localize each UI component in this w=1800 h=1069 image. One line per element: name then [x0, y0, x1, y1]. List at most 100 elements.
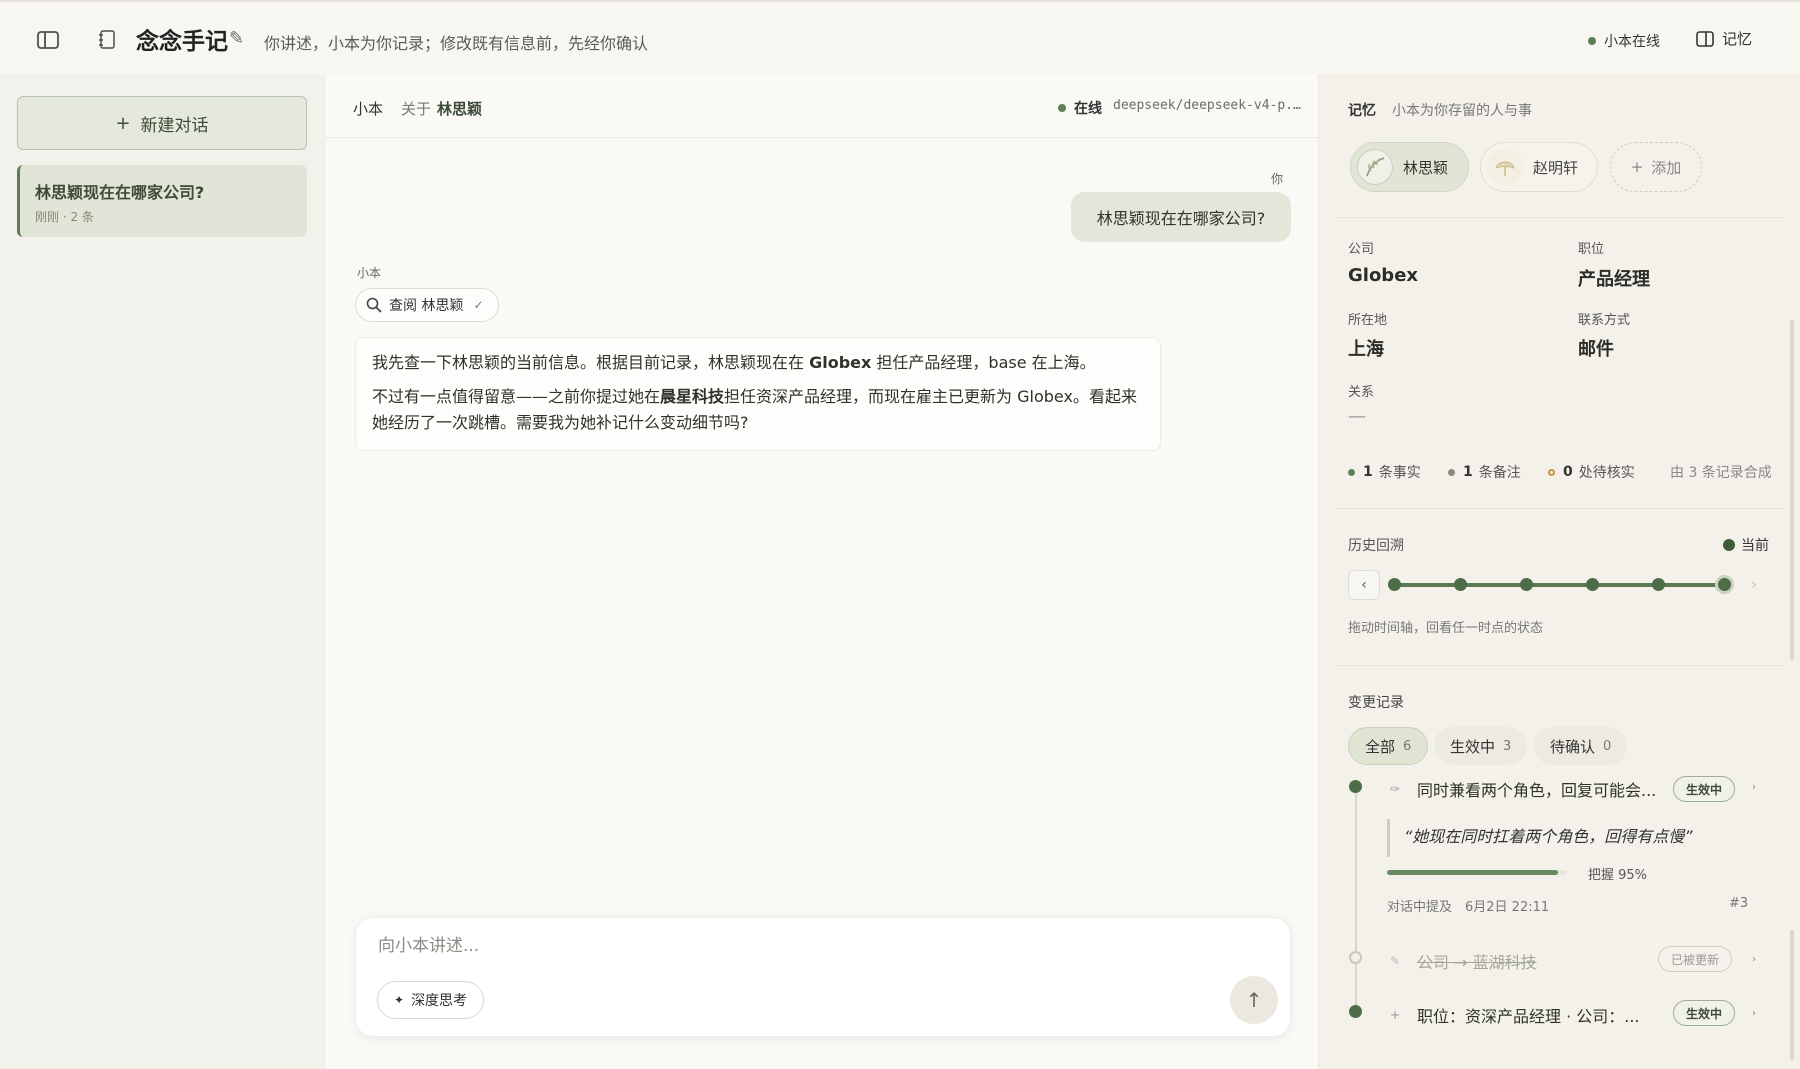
- plus-icon: +: [1630, 158, 1644, 176]
- memory-subtitle: 小本为你存留的人与事: [1392, 103, 1532, 119]
- reply-text: 不过有一点值得留意——之前你提过她在: [372, 387, 661, 406]
- current-dot-icon: [1723, 539, 1735, 551]
- add-person-label: 添加: [1651, 158, 1682, 177]
- timeline-track[interactable]: [1395, 583, 1725, 587]
- sparkle-icon: ✦: [394, 993, 405, 1007]
- timeline-point[interactable]: [1454, 578, 1467, 591]
- online-dot-icon: [1588, 37, 1596, 45]
- sidebar-toggle-icon[interactable]: [34, 28, 62, 52]
- entry-node-icon: [1349, 780, 1362, 793]
- top-bar: 念念手记 ✎ 你讲述，小本为你记录；修改既有信息前，先经你确认 小本在线 记忆: [0, 0, 1800, 74]
- add-person-button[interactable]: + 添加: [1610, 142, 1702, 192]
- divider: [1335, 665, 1785, 666]
- pencil-icon[interactable]: ✎: [229, 28, 244, 49]
- confidence-label: 把握 95%: [1588, 868, 1648, 883]
- entry-node-hollow-icon: [1349, 951, 1362, 964]
- search-icon: [366, 297, 382, 313]
- filter-all-chip[interactable]: 全部 6: [1348, 727, 1429, 765]
- filter-pending-chip[interactable]: 待确认 0: [1534, 727, 1628, 765]
- divider: [1335, 508, 1785, 509]
- model-name[interactable]: deepseek/deepseek-v4-p...: [1113, 98, 1303, 113]
- agent-label: 小本: [357, 266, 382, 280]
- timeline-point[interactable]: [1652, 578, 1665, 591]
- app-subtitle: 你讲述，小本为你记录；修改既有信息前，先经你确认: [264, 34, 649, 53]
- more-icon[interactable]: ›: [1752, 1008, 1756, 1019]
- status-badge: 已被更新: [1658, 946, 1733, 972]
- more-icon[interactable]: ›: [1752, 782, 1756, 793]
- timeline-point[interactable]: [1586, 578, 1599, 591]
- timeline-next-button[interactable]: ›: [1742, 570, 1766, 600]
- check-icon: ✓: [473, 298, 484, 312]
- timeline-point[interactable]: [1520, 578, 1533, 591]
- filter-label: 待确认: [1550, 737, 1596, 756]
- online-status-label: 小本在线: [1604, 34, 1660, 50]
- filter-label: 生效中: [1450, 737, 1496, 756]
- tool-call-label: 查阅 林思颖: [389, 298, 464, 314]
- relation-value: —: [1348, 406, 1366, 427]
- memory-scrollbar[interactable]: [1790, 320, 1794, 660]
- timeline-prev-button[interactable]: ‹: [1348, 570, 1380, 600]
- notes-label: 条备注: [1478, 465, 1521, 481]
- reply-highlight: Globex: [809, 353, 872, 372]
- leaf-icon: [1366, 157, 1385, 177]
- reply-highlight: 晨星科技: [660, 387, 725, 406]
- reply-text: 我先查一下林思颖的当前信息。根据目前记录，林思颖现在在: [372, 353, 810, 372]
- person-chip[interactable]: 赵明轩: [1480, 142, 1598, 192]
- timeline-hint: 拖动时间轴，回看任一时点的状态: [1348, 621, 1544, 636]
- chevron-right-icon: ›: [1751, 577, 1757, 593]
- field-label: 所在地: [1348, 313, 1388, 328]
- avatar: [1487, 149, 1523, 185]
- changelog-entry-text[interactable]: 公司 → 蓝湖科技: [1417, 949, 1617, 973]
- changelog-rail: [1355, 785, 1357, 1015]
- timeline-current-point[interactable]: [1715, 575, 1734, 594]
- filter-count: 6: [1403, 738, 1412, 754]
- status-badge: 生效中: [1673, 1000, 1736, 1026]
- note-dot-icon: [1448, 468, 1455, 476]
- location-value: 上海: [1348, 339, 1384, 360]
- memory-toggle-label: 记忆: [1722, 30, 1753, 48]
- more-icon[interactable]: ›: [1752, 954, 1756, 965]
- chat-panel: 小本 关于 林思颖 在线 deepseek/deepseek-v4-p... 你…: [324, 74, 1320, 1069]
- current-indicator[interactable]: 当前: [1723, 535, 1769, 555]
- history-label: 历史回溯: [1348, 538, 1404, 554]
- status-badge: 生效中: [1673, 776, 1736, 802]
- plus-icon: +: [1390, 1008, 1401, 1022]
- reply-text: 担任产品经理，base 在上海。: [871, 353, 1096, 372]
- memory-title: 记忆: [1348, 103, 1376, 119]
- pending-count: 0: [1563, 464, 1573, 480]
- timeline-point[interactable]: [1388, 578, 1401, 591]
- facts-stat: 1 条事实: [1348, 462, 1421, 482]
- plus-icon: +: [115, 112, 131, 134]
- notes-stat: 1 条备注: [1448, 462, 1521, 482]
- filter-active-chip[interactable]: 生效中 3: [1434, 727, 1528, 765]
- contact-value: 邮件: [1578, 339, 1614, 360]
- field-label: 职位: [1578, 242, 1605, 257]
- company-value: Globex: [1348, 265, 1419, 286]
- changelog-entry-text[interactable]: 同时兼看两个角色，回复可能会...: [1417, 777, 1657, 801]
- conversation-item[interactable]: 林思颖现在在哪家公司? 刚刚 · 2 条: [17, 165, 307, 237]
- reply-paragraph-1: 我先查一下林思颖的当前信息。根据目前记录，林思颖现在在 Globex 担任产品经…: [372, 350, 1144, 376]
- online-status: 小本在线: [1588, 31, 1660, 51]
- conversation-title: 林思颖现在在哪家公司?: [35, 183, 205, 202]
- person-chip-active[interactable]: 林思颖: [1350, 142, 1469, 192]
- send-button[interactable]: ↑: [1230, 976, 1278, 1024]
- facts-count: 1: [1363, 464, 1373, 480]
- about-person-name[interactable]: 林思颖: [437, 98, 482, 119]
- divider: [1335, 217, 1785, 218]
- conversation-meta: 刚刚 · 2 条: [35, 210, 94, 224]
- source-stat: 由 3 条记录合成: [1670, 465, 1772, 481]
- changelog-scrollbar[interactable]: [1790, 930, 1794, 1060]
- deep-think-toggle[interactable]: ✦ 深度思考: [377, 981, 485, 1019]
- filter-count: 0: [1603, 738, 1612, 754]
- new-chat-button[interactable]: + 新建对话: [17, 96, 307, 150]
- field-label: 联系方式: [1578, 313, 1631, 328]
- note-icon: ✑: [1390, 782, 1401, 796]
- pencil-icon: ✎: [1390, 954, 1401, 968]
- message-input[interactable]: [378, 936, 1078, 956]
- tool-call-chip[interactable]: 查阅 林思颖 ✓: [355, 288, 499, 322]
- memory-toggle-button[interactable]: 记忆: [1696, 28, 1752, 49]
- changelog-entry-text[interactable]: 职位：资深产品经理 · 公司：...: [1417, 1003, 1657, 1027]
- agent-reply: 我先查一下林思颖的当前信息。根据目前记录，林思颖现在在 Globex 担任产品经…: [355, 337, 1161, 451]
- chat-online-label: 在线: [1074, 101, 1102, 117]
- composer: ✦ 深度思考 ↑: [355, 917, 1291, 1037]
